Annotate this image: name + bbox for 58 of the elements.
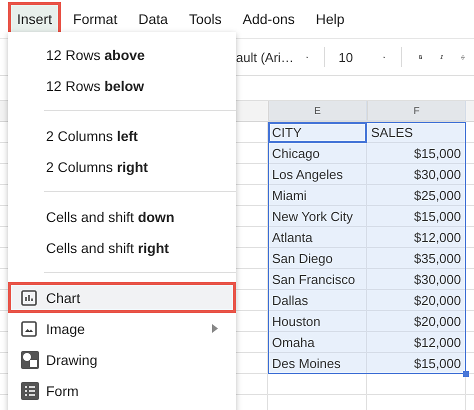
- table-cell: $12,000: [367, 332, 466, 353]
- table-cell: Chicago: [268, 143, 367, 164]
- column-header[interactable]: F: [367, 101, 466, 121]
- font-size-dropdown[interactable]: 10: [338, 50, 353, 64]
- table-cell: San Francisco: [268, 269, 367, 290]
- menu-item-label: Form: [46, 382, 79, 398]
- table-cell: $25,000: [367, 185, 466, 206]
- table-cell: $35,000: [367, 248, 466, 269]
- table-cell: $30,000: [367, 164, 466, 185]
- table-cell: $12,000: [367, 227, 466, 248]
- font-dropdown[interactable]: ault (Ari…: [236, 50, 294, 64]
- menu-item[interactable]: Cells and shift right: [8, 232, 236, 263]
- column-header[interactable]: E: [268, 101, 367, 121]
- menu-item-label: 2 Columns right: [46, 158, 148, 174]
- menu-item-label: 2 Columns left: [46, 128, 138, 144]
- table-cell: $15,000: [367, 206, 466, 227]
- table-cell: $15,000: [367, 143, 466, 164]
- menu-item[interactable]: 12 Rows above: [8, 39, 236, 70]
- list-icon: [21, 382, 39, 400]
- menu-bar-item[interactable]: Help: [306, 2, 354, 36]
- fill-handle[interactable]: [463, 371, 469, 377]
- menu-item-label: Cells and shift right: [46, 240, 169, 256]
- table-cell: Des Moines: [268, 353, 367, 374]
- menu-item-label: Cells and shift down: [46, 208, 174, 224]
- menu-item[interactable]: 2 Columns left: [8, 120, 236, 151]
- shapes-icon: [21, 350, 39, 368]
- table-cell: $20,000: [367, 311, 466, 332]
- table-cell: $20,000: [367, 290, 466, 311]
- image-icon: [21, 320, 37, 336]
- menu-item-label: Chart: [46, 290, 80, 306]
- menu-item[interactable]: Form: [8, 375, 236, 406]
- table-cell: $15,000: [367, 353, 466, 374]
- menu-bar-item[interactable]: Add-ons: [234, 2, 304, 36]
- table-cell: SALES: [367, 122, 466, 143]
- table-cell: Omaha: [268, 332, 367, 353]
- menu-item[interactable]: Cells and shift down: [8, 201, 236, 232]
- table-cell: CITY: [268, 122, 367, 143]
- menu-item-label: 12 Rows above: [46, 46, 145, 62]
- menu-item-label: Drawing: [46, 352, 98, 368]
- table-cell: $30,000: [367, 269, 466, 290]
- table-cell: San Diego: [268, 248, 367, 269]
- menu-item[interactable]: Drawing: [8, 344, 236, 375]
- table-cell: Miami: [268, 185, 367, 206]
- menu-item-label: 12 Rows below: [46, 78, 144, 94]
- menu-bar-item[interactable]: Format: [64, 2, 126, 36]
- menu-item[interactable]: Image: [8, 313, 236, 344]
- table-cell: Dallas: [268, 290, 367, 311]
- menu-item-label: Image: [46, 320, 85, 336]
- menu-item[interactable]: Chart: [8, 282, 236, 313]
- menu-item[interactable]: 12 Rows below: [8, 70, 236, 101]
- table-cell: Houston: [268, 311, 367, 332]
- menu-bar-item[interactable]: Data: [129, 2, 177, 36]
- table-cell: Atlanta: [268, 227, 367, 248]
- menu-bar-item[interactable]: Tools: [180, 2, 231, 36]
- bar-chart-icon: [21, 290, 37, 306]
- table-cell: New York City: [268, 206, 367, 227]
- table-cell: Los Angeles: [268, 164, 367, 185]
- menu-item[interactable]: 2 Columns right: [8, 151, 236, 182]
